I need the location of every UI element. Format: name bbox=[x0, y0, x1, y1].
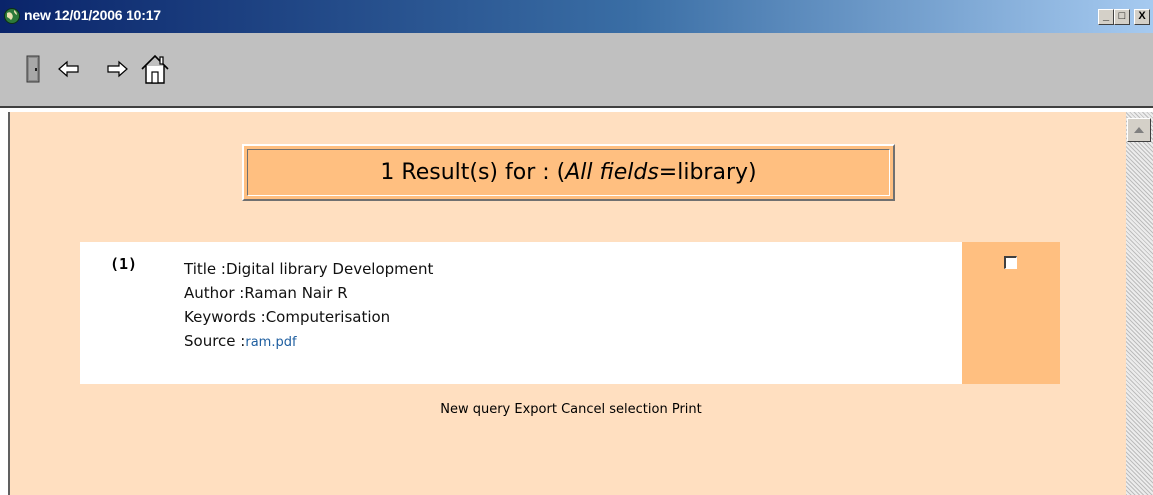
keywords-value: Computerisation bbox=[265, 308, 391, 326]
results-field: All fields bbox=[565, 160, 659, 185]
result-record: (1) Title :Digital library Development A… bbox=[80, 242, 962, 384]
record-select-cell bbox=[962, 242, 1060, 384]
author-label: Author : bbox=[184, 284, 245, 302]
author-value: Raman Nair R bbox=[244, 284, 348, 302]
maximize-button[interactable]: □ bbox=[1114, 9, 1130, 25]
results-header: 1 Result(s) for : (All fields =library) bbox=[242, 144, 895, 201]
cancel-selection-link[interactable]: Cancel selection bbox=[561, 402, 668, 417]
vertical-scrollbar[interactable] bbox=[1126, 112, 1153, 495]
title-label: Title : bbox=[184, 260, 226, 278]
scroll-up-button[interactable] bbox=[1127, 118, 1151, 142]
back-arrow-icon bbox=[58, 60, 79, 78]
close-button[interactable]: X bbox=[1134, 9, 1150, 25]
source-link[interactable]: ram.pdf bbox=[245, 335, 296, 350]
door-icon bbox=[26, 55, 40, 83]
window-title: new 12/01/2006 10:17 bbox=[24, 7, 161, 23]
browser-window: new 12/01/2006 10:17 _ □ X 1 Result(s) f… bbox=[0, 0, 1153, 495]
record-select-checkbox[interactable] bbox=[1004, 256, 1017, 269]
close-icon: X bbox=[1138, 10, 1146, 22]
globe-icon bbox=[4, 8, 20, 24]
record-title: Title :Digital library Development bbox=[184, 257, 433, 281]
forward-button[interactable] bbox=[104, 52, 130, 86]
title-value: Digital library Development bbox=[225, 260, 434, 278]
minimize-icon: _ bbox=[1102, 10, 1110, 22]
export-link[interactable]: Export bbox=[514, 402, 557, 417]
forward-arrow-icon bbox=[107, 60, 128, 78]
minimize-button[interactable]: _ bbox=[1098, 9, 1114, 25]
title-bar[interactable]: new 12/01/2006 10:17 _ □ X bbox=[0, 0, 1153, 33]
triangle-up-icon bbox=[1134, 127, 1144, 133]
source-label: Source : bbox=[184, 332, 246, 350]
toolbar bbox=[0, 33, 1153, 108]
record-number: (1) bbox=[110, 255, 138, 273]
print-link[interactable]: Print bbox=[672, 402, 702, 417]
exit-button[interactable] bbox=[20, 52, 46, 86]
new-query-link[interactable]: New query bbox=[440, 402, 510, 417]
record-keywords: Keywords :Computerisation bbox=[184, 305, 433, 329]
record-details: Title :Digital library Development Autho… bbox=[184, 257, 433, 353]
record-source: Source :ram.pdf bbox=[184, 329, 433, 353]
results-summary: 1 Result(s) for : (All fields =library) bbox=[247, 149, 890, 196]
results-query: =library) bbox=[658, 160, 757, 185]
maximize-icon: □ bbox=[1118, 10, 1126, 22]
home-button[interactable] bbox=[138, 52, 172, 86]
action-links: New query Export Cancel selection Print bbox=[80, 402, 1062, 417]
results-count: 1 Result(s) for : ( bbox=[380, 160, 566, 185]
back-button[interactable] bbox=[56, 52, 82, 86]
record-author: Author :Raman Nair R bbox=[184, 281, 433, 305]
home-icon bbox=[141, 54, 169, 84]
keywords-label: Keywords : bbox=[184, 308, 266, 326]
